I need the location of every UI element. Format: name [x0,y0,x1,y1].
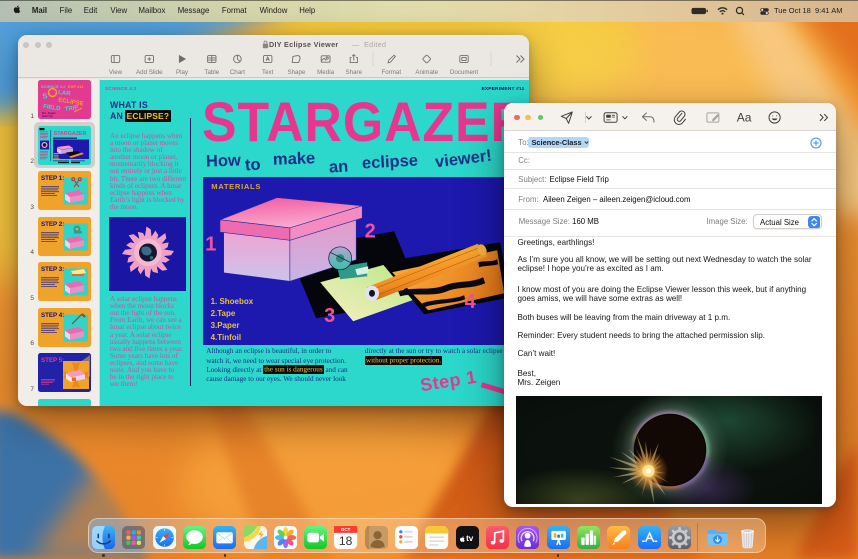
svg-text:Media: Media [317,69,334,76]
svg-text:1. Shoebox: 1. Shoebox [210,296,253,305]
svg-text:Text: Text [262,69,274,76]
svg-text:MATERIALS: MATERIALS [211,182,261,191]
svg-text:STEP 4:: STEP 4: [41,312,64,319]
svg-text:TRIP: TRIP [64,105,78,113]
svg-text:4: 4 [464,290,475,312]
svg-text:STEP 2:: STEP 2: [41,221,64,228]
svg-text:S: S [42,91,49,101]
svg-text:STEP 3:: STEP 3: [41,266,64,273]
svg-text:2.Tape: 2.Tape [210,309,235,318]
svg-text:Aa: Aa [737,111,752,125]
svg-text:EXP #11: EXP #11 [68,84,84,89]
svg-text:Animate: Animate [415,69,438,76]
svg-text:Table: Table [204,69,219,76]
svg-text:STEP 1:: STEP 1: [41,175,64,182]
svg-text:Play: Play [176,69,189,76]
svg-text:Chart: Chart [230,69,245,76]
svg-text:3.Paper: 3.Paper [210,321,239,330]
svg-text:Shape: Shape [287,69,305,76]
svg-text:1: 1 [205,233,216,255]
svg-text:Share: Share [346,69,363,76]
svg-text:Format: Format [381,69,401,76]
svg-text:STEP 5:: STEP 5: [41,357,64,364]
svg-text:Document: Document [450,69,478,76]
svg-text:tv: tv [466,534,474,543]
svg-text:18: 18 [339,533,353,547]
svg-text:Field Trip: Field Trip [42,114,53,118]
svg-text:2: 2 [364,220,375,242]
svg-text:Add Slide: Add Slide [136,69,163,76]
svg-text:3: 3 [324,304,335,326]
svg-text:OCT: OCT [341,527,351,532]
svg-text:View: View [109,69,123,76]
svg-text:STARGAZER: STARGAZER [54,130,87,136]
svg-text:4.Tinfoil: 4.Tinfoil [210,333,240,342]
svg-text:LAR: LAR [58,90,72,97]
